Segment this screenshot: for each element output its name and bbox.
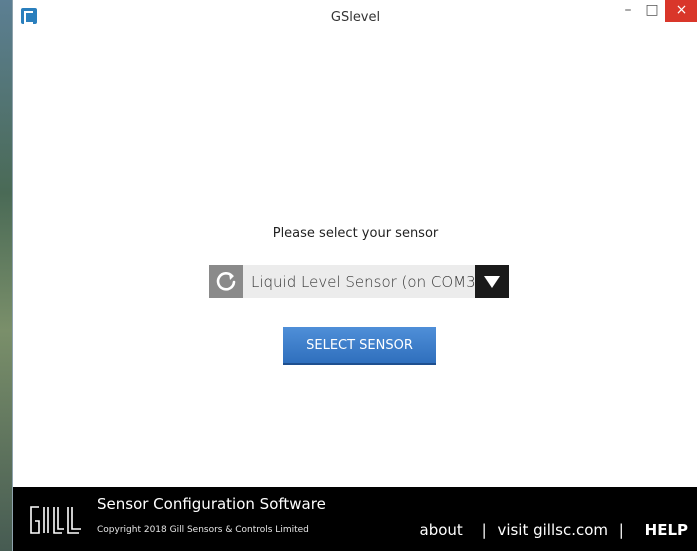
select-sensor-prompt: Please select your sensor — [272, 226, 439, 241]
app-window: GSlevel – □ × Please select your sensor … — [12, 0, 697, 551]
gill-logo — [30, 506, 81, 534]
refresh-icon — [216, 272, 236, 291]
copyright-text: Copyright 2018 Gill Sensors & Controls L… — [97, 525, 309, 535]
desktop-background — [0, 0, 12, 551]
footer-links: about | visit gillsc.com | HELP — [420, 520, 688, 539]
close-button[interactable]: × — [665, 0, 697, 22]
help-link[interactable]: HELP — [645, 521, 688, 539]
triangle-down-icon — [484, 276, 500, 288]
about-link[interactable]: about — [420, 521, 463, 539]
footer: Sensor Configuration Software Copyright … — [13, 487, 697, 551]
link-separator: | — [481, 520, 487, 539]
sensor-select-toggle[interactable] — [475, 265, 509, 298]
sensor-select[interactable]: Liquid Level Sensor (on COM3) — [243, 265, 509, 298]
visit-gillsc-link[interactable]: visit gillsc.com — [497, 521, 608, 539]
window-title: GSlevel — [330, 10, 381, 25]
link-separator-2: | — [618, 520, 624, 539]
main-content: Please select your sensor Liquid Level S… — [13, 34, 697, 487]
refresh-button[interactable] — [209, 265, 243, 298]
title-bar[interactable]: GSlevel – □ × — [13, 0, 697, 35]
sensor-select-value: Liquid Level Sensor (on COM3) — [251, 273, 482, 291]
minimize-button[interactable]: – — [617, 0, 639, 22]
product-name: Sensor Configuration Software — [97, 495, 326, 513]
select-sensor-button[interactable]: SELECT SENSOR — [283, 327, 436, 365]
maximize-button[interactable]: □ — [641, 0, 663, 22]
